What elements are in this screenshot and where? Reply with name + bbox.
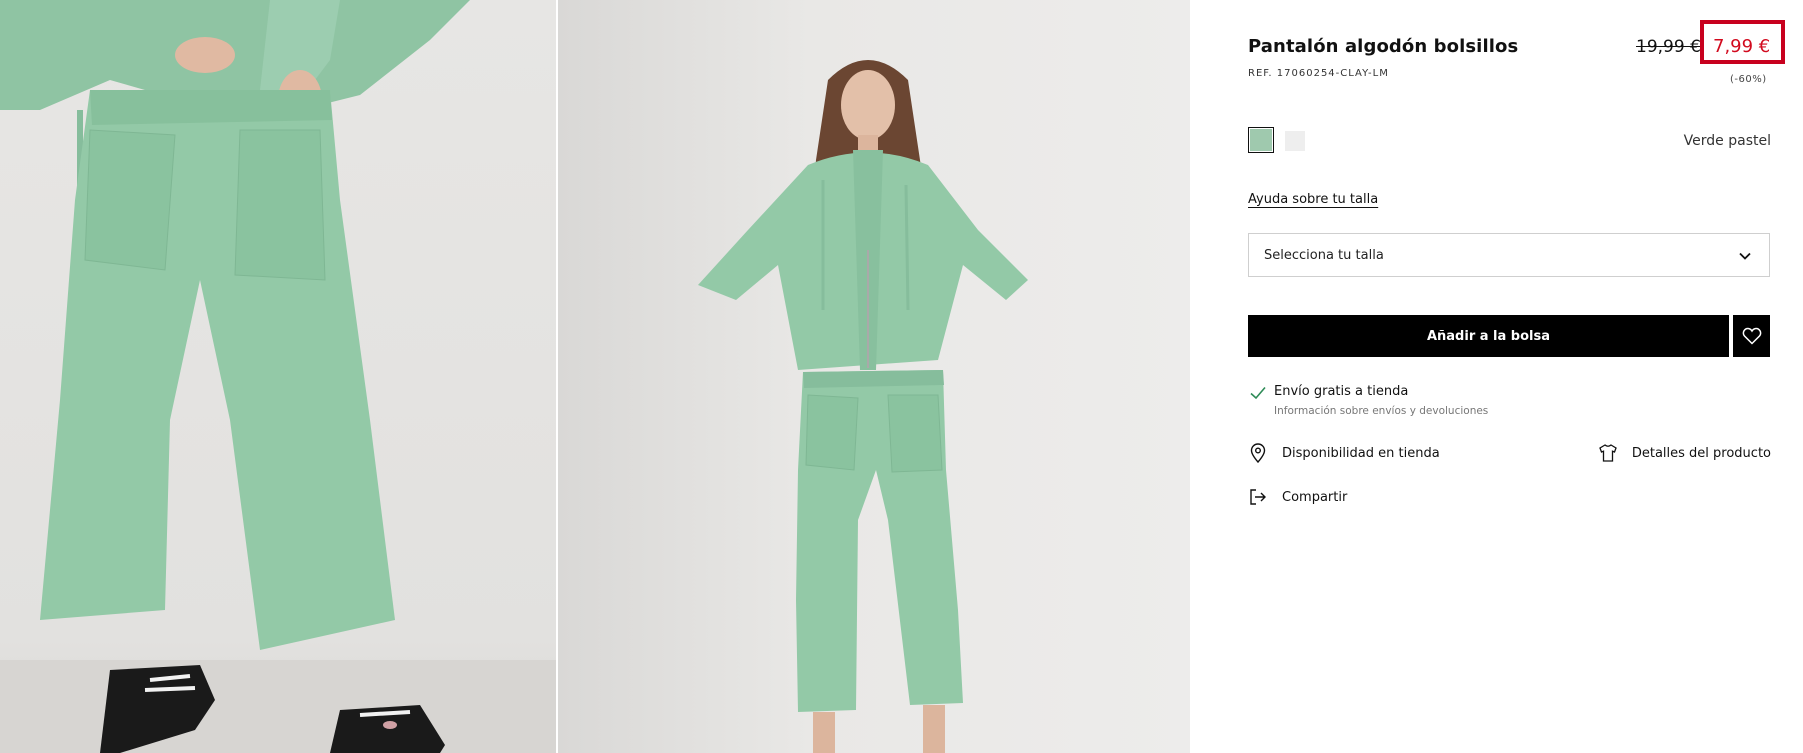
product-details-label: Detalles del producto	[1631, 445, 1771, 461]
size-select-label: Selecciona tu talla	[1264, 247, 1384, 263]
sale-price: 7,99 €	[1713, 36, 1771, 57]
model-full-body-illustration	[698, 60, 1028, 753]
check-icon	[1250, 386, 1266, 400]
product-details-link[interactable]: Detalles del producto	[1598, 443, 1771, 463]
product-photo-model[interactable]	[558, 0, 1190, 753]
share-link[interactable]: Compartir	[1248, 487, 1347, 507]
product-info-panel: Pantalón algodón bolsillos REF. 17060254…	[1190, 0, 1803, 753]
share-label: Compartir	[1282, 489, 1348, 505]
discount-percentage: (-60%)	[1730, 74, 1767, 85]
product-photo-closeup[interactable]	[0, 0, 556, 753]
size-help-link[interactable]: Ayuda sobre tu talla	[1248, 192, 1378, 207]
share-icon	[1250, 489, 1266, 505]
location-pin-icon	[1250, 443, 1266, 463]
product-title: Pantalón algodón bolsillos	[1248, 36, 1519, 57]
pants-closeup-illustration	[0, 0, 556, 753]
color-swatch-grey[interactable]	[1285, 131, 1305, 151]
shipping-info-link[interactable]: Información sobre envíos y devoluciones	[1274, 405, 1488, 417]
add-to-bag-button[interactable]: Añadir a la bolsa	[1248, 315, 1729, 357]
add-to-bag-label: Añadir a la bolsa	[1426, 328, 1551, 344]
product-reference: REF. 17060254-CLAY-LM	[1248, 68, 1389, 79]
tshirt-icon	[1599, 444, 1617, 462]
free-shipping-text: Envío gratis a tienda	[1274, 384, 1409, 399]
heart-icon	[1742, 327, 1761, 345]
color-swatch-green[interactable]	[1248, 127, 1274, 153]
size-select-dropdown[interactable]: Selecciona tu talla	[1248, 233, 1770, 277]
chevron-down-icon	[1739, 252, 1751, 260]
selected-color-name: Verde pastel	[1683, 133, 1771, 149]
original-price: 19,99 €	[1636, 37, 1701, 57]
store-availability-label: Disponibilidad en tienda	[1282, 445, 1440, 461]
favorite-button[interactable]	[1733, 315, 1770, 357]
store-availability-link[interactable]: Disponibilidad en tienda	[1248, 443, 1440, 463]
